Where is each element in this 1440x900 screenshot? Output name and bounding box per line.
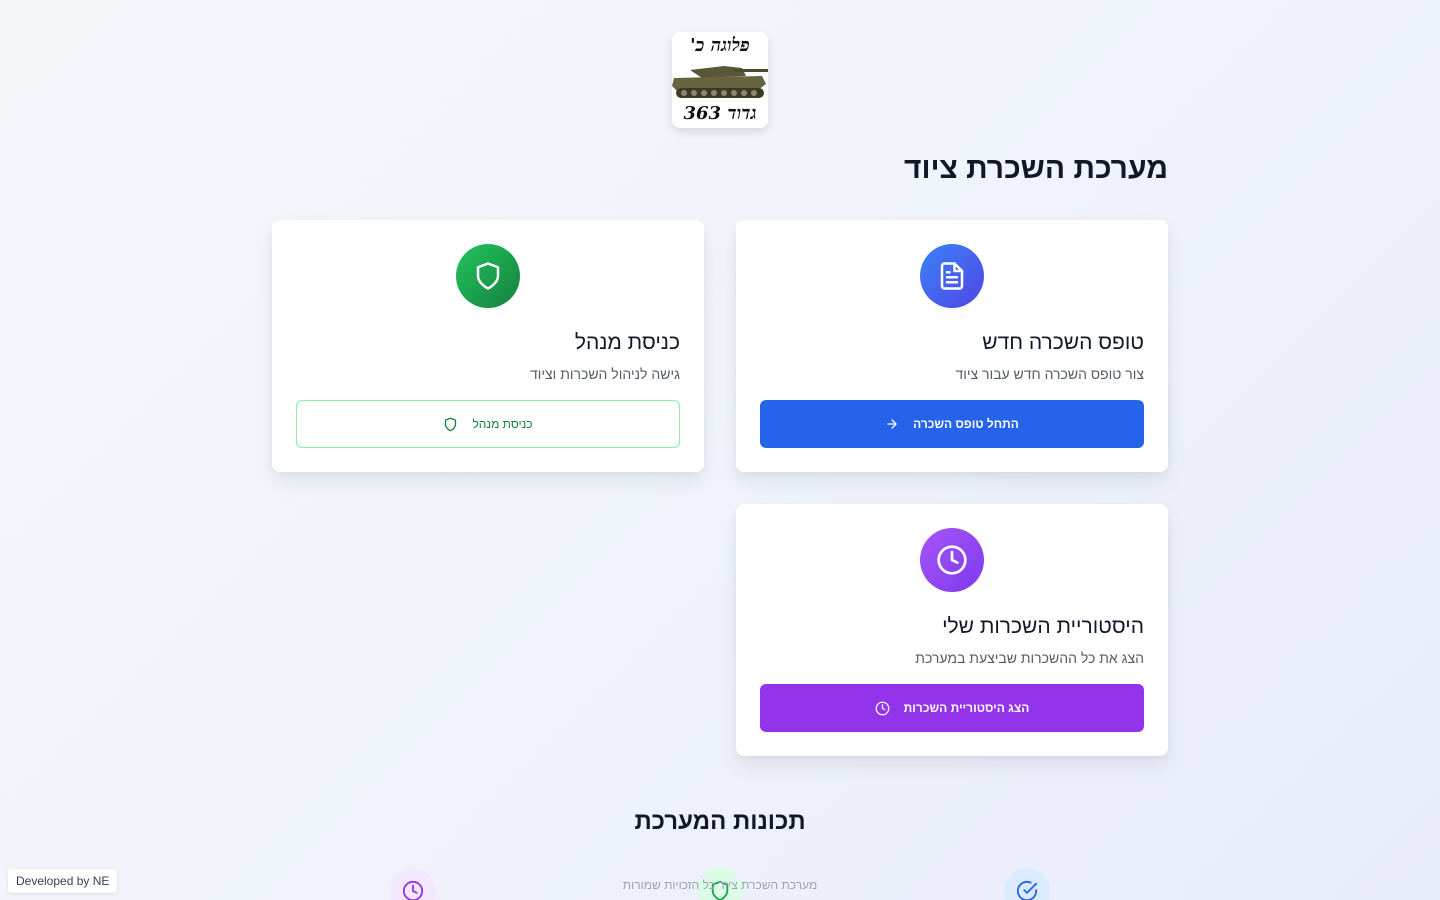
unit-logo: פלוגה כ' גדוד 363 — [672, 32, 768, 128]
features-title: תכונות המערכת — [634, 808, 806, 835]
new-rental-description: צור טופס השכרה חדש עבור ציוד — [955, 366, 1144, 382]
view-rental-history-button[interactable]: הצג היסטוריית השכרות — [760, 684, 1144, 732]
admin-login-title: כניסת מנהל — [574, 331, 680, 354]
admin-login-description: גישה לניהול השכרות וציוד — [530, 366, 680, 382]
rental-history-description: הצג את כל ההשכרות שביצעת במערכת — [915, 650, 1144, 666]
clock-icon — [390, 868, 436, 900]
clock-icon — [920, 528, 984, 592]
developer-badge: Developed by NE — [8, 869, 118, 893]
check-circle-icon — [1004, 868, 1050, 900]
start-rental-form-button[interactable]: התחל טופס השכרה — [760, 400, 1144, 448]
arrow-right-icon — [887, 419, 897, 429]
start-rental-form-label: התחל טופס השכרה — [913, 417, 1019, 431]
shield-icon — [456, 244, 520, 308]
view-rental-history-label: הצג היסטוריית השכרות — [903, 701, 1030, 715]
shield-icon — [445, 417, 457, 431]
new-rental-title: טופס השכרה חדש — [982, 331, 1144, 354]
new-rental-card: טופס השכרה חדש צור טופס השכרה חדש עבור צ… — [736, 220, 1168, 472]
rental-history-card: היסטוריית השכרות שלי הצג את כל ההשכרות ש… — [736, 504, 1168, 756]
clock-icon — [875, 701, 890, 715]
rental-history-title: היסטוריית השכרות שלי — [942, 615, 1144, 638]
file-text-icon — [920, 244, 984, 308]
admin-login-button[interactable]: כניסת מנהל — [296, 400, 680, 448]
logo-top-text: פלוגה כ' — [690, 35, 750, 56]
logo-bottom-text: גדוד 363 — [683, 103, 757, 124]
admin-login-label: כניסת מנהל — [472, 417, 533, 431]
page-title: מערכת השכרת ציוד — [903, 152, 1168, 185]
tank-icon — [672, 58, 768, 106]
copyright-text: מערכת השכרת ציוד כל הזכויות שמורות — [622, 878, 818, 892]
admin-login-card: כניסת מנהל גישה לניהול השכרות וציוד כניס… — [272, 220, 704, 472]
